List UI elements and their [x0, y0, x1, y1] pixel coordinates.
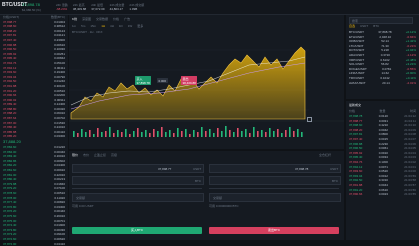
- tab-btc[interactable]: BTC: [373, 24, 379, 28]
- bid-row[interactable]: 37,872.000.04410: [0, 242, 68, 246]
- market-row[interactable]: AVAX/USDT20.14-2.01%: [346, 81, 419, 86]
- chart-marker-sell: 卖出38,409.88: [181, 76, 197, 85]
- tab-trade-data[interactable]: 交易数据: [96, 17, 108, 21]
- stat-item: 24h 最高38,409.88: [73, 3, 86, 11]
- interval-4h[interactable]: 4H: [110, 24, 114, 28]
- stat-item: 24h 成交量44,803.17: [110, 3, 125, 11]
- tab-usdt[interactable]: USDT: [360, 24, 368, 28]
- orderbook-bids: 37,884.600.0122037,884.000.0034037,883.4…: [0, 145, 68, 246]
- order-type-tabs: 限价 市价 止盈止损 高级: [72, 153, 122, 157]
- interval-1m[interactable]: 1m: [72, 24, 76, 28]
- sell-price-field[interactable]: 37,898.78 USDT: [209, 164, 341, 173]
- buy-available: 可用 0.00 USDT: [72, 204, 94, 208]
- volume-bars: [73, 126, 303, 137]
- header-stats: 24h 涨跌-68.24% 24h 最高38,409.88 24h 最低37,0…: [56, 3, 144, 11]
- header-price-sub: $1,986.50 (%): [22, 8, 41, 12]
- header-price: 37,898.78: [22, 2, 40, 7]
- markets-panel: 搜索 自选 USDT BTC BTC/USDT37,898.78+0.12%ET…: [346, 15, 419, 99]
- tab-favorites[interactable]: 自选: [349, 24, 355, 28]
- sell-slider[interactable]: [209, 188, 339, 189]
- orderbook-panel: 价格(USDT)数量(BTC) 37,898.770.0100437,898.6…: [0, 15, 68, 240]
- tab-ads[interactable]: 广告: [124, 17, 130, 21]
- chart-marker-buy: 买入37,898.78: [135, 76, 151, 85]
- interval-5m[interactable]: 5m: [81, 24, 85, 28]
- buy-price-field[interactable]: 37,898.77 USDT: [72, 164, 204, 173]
- buy-button[interactable]: 买入BTC: [72, 227, 202, 234]
- interval-more[interactable]: 更多: [137, 24, 143, 28]
- tab-kline[interactable]: K线: [72, 17, 77, 21]
- order-form-panel: 限价 市价 止盈止损 高级 全仓杠杆 37,898.77 USDT BTC 交易…: [69, 151, 344, 240]
- sell-available: 可用 0.00000000 BTC: [209, 204, 239, 208]
- markets-list: BTC/USDT37,898.78+0.12%ETH/USDT2,048.10-…: [346, 30, 419, 85]
- buy-total-field[interactable]: 交易额: [72, 193, 204, 202]
- margin-mode[interactable]: 全仓杠杆: [319, 153, 331, 157]
- chart-marker-mid: 0.000: [157, 78, 168, 83]
- tab-price[interactable]: 价格: [113, 17, 119, 21]
- trades-list: 37,898.780.012021:04:1237,898.770.003121…: [346, 114, 419, 197]
- sell-button[interactable]: 卖出BTC: [209, 227, 339, 234]
- buy-slider[interactable]: [72, 188, 202, 189]
- chart-panel: K线 深度图 交易数据 价格 广告 1m 5m 15m 1H 4H 1D 1W …: [69, 15, 344, 149]
- tab-depth[interactable]: 深度图: [82, 17, 91, 21]
- price-chart[interactable]: [69, 35, 344, 149]
- interval-1w[interactable]: 1W: [128, 24, 133, 28]
- tab-limit[interactable]: 限价: [72, 153, 78, 157]
- top-header: BTC/USDT 37,898.78 $1,986.50 (%) 24h 涨跌-…: [0, 0, 419, 15]
- chart-info: BTC/USDT · 1H · OKX: [72, 30, 102, 34]
- interval-1d[interactable]: 1D: [119, 24, 123, 28]
- chart-toolbar: 1m 5m 15m 1H 4H 1D 1W 更多: [72, 24, 148, 28]
- sell-amount-field[interactable]: BTC: [209, 176, 341, 185]
- buy-amount-field[interactable]: BTC: [72, 176, 204, 185]
- tab-market[interactable]: 市价: [83, 153, 89, 157]
- tab-advanced[interactable]: 高级: [111, 153, 117, 157]
- markets-search[interactable]: 搜索: [349, 17, 413, 24]
- expand-chart-icon[interactable]: [307, 117, 312, 122]
- stat-item: 24h 成交额1.09B: [129, 3, 144, 11]
- stat-item: 24h 涨跌-68.24%: [56, 3, 68, 11]
- markets-tabs: 自选 USDT BTC: [349, 24, 384, 28]
- sell-total-field[interactable]: 交易额: [209, 193, 341, 202]
- trades-header: 价格数量时间: [346, 109, 419, 113]
- trades-panel: 最新成交 价格数量时间 37,898.780.012021:04:1237,89…: [346, 101, 419, 240]
- tab-stop[interactable]: 止盈止损: [94, 153, 106, 157]
- orderbook-asks: 37,898.770.0100437,898.600.3861237,898.2…: [0, 20, 68, 139]
- trade-row: 37,890.660.002321:03:55: [346, 192, 419, 197]
- interval-15m[interactable]: 15m: [90, 24, 96, 28]
- chart-tabs: K线 深度图 交易数据 价格 广告: [72, 17, 135, 21]
- interval-1h[interactable]: 1H: [101, 24, 105, 28]
- trades-title: 最新成交: [349, 103, 361, 107]
- stat-item: 24h 最低37,072.09: [91, 3, 104, 11]
